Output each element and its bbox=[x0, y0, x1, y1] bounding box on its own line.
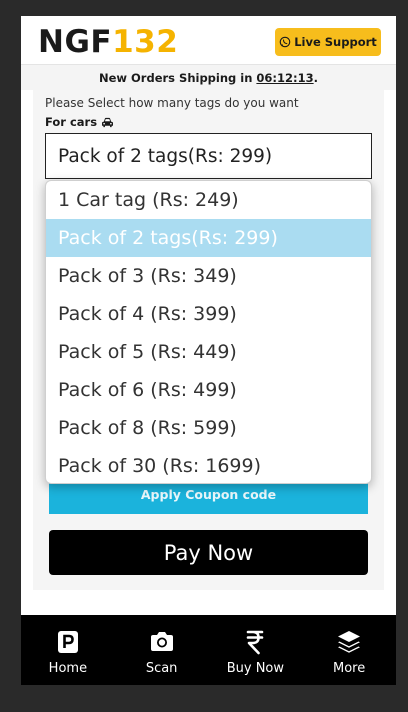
dropdown-option-selected[interactable]: Pack of 2 tags(Rs: 299) bbox=[46, 219, 371, 257]
tag-pack-dropdown: 1 Car tag (Rs: 249) Pack of 2 tags(Rs: 2… bbox=[45, 180, 372, 484]
bottom-nav: Home Scan Buy Now More bbox=[21, 615, 396, 685]
tag-pack-select[interactable]: Pack of 2 tags(Rs: 299) bbox=[45, 133, 372, 179]
nav-buy-now-label: Buy Now bbox=[226, 661, 285, 676]
live-support-button[interactable]: Live Support bbox=[275, 28, 381, 56]
logo-text-accent: 132 bbox=[112, 24, 179, 60]
dropdown-option[interactable]: Pack of 3 (Rs: 349) bbox=[46, 257, 371, 295]
dropdown-option[interactable]: Pack of 30 (Rs: 1699) bbox=[46, 447, 371, 483]
shipping-countdown-bar: New Orders Shipping in 06:12:13. bbox=[21, 64, 396, 90]
header: NGF132 Live Support bbox=[21, 16, 396, 64]
nav-more-label: More bbox=[333, 661, 366, 676]
shipping-prefix: New Orders Shipping in bbox=[98, 70, 253, 85]
shipping-suffix: . bbox=[313, 70, 318, 85]
dropdown-option[interactable]: Pack of 4 (Rs: 399) bbox=[46, 295, 371, 333]
nav-more[interactable]: More bbox=[302, 615, 396, 685]
app-screen: NGF132 Live Support New Orders Shipping … bbox=[21, 16, 396, 685]
dropdown-option[interactable]: Pack of 5 (Rs: 449) bbox=[46, 333, 371, 371]
live-support-label: Live Support bbox=[294, 35, 377, 49]
pay-now-button[interactable]: Pay Now bbox=[49, 530, 368, 575]
tag-count-prompt: Please Select how many tags do you want bbox=[45, 96, 299, 110]
nav-scan[interactable]: Scan bbox=[115, 615, 209, 685]
layers-icon bbox=[338, 631, 361, 653]
vehicle-type-text: For cars bbox=[45, 115, 98, 129]
shipping-countdown: 06:12:13 bbox=[256, 70, 314, 85]
nav-scan-label: Scan bbox=[145, 661, 178, 676]
logo-text-primary: NGF bbox=[38, 24, 113, 60]
nav-home-label: Home bbox=[48, 661, 88, 676]
rupee-icon bbox=[247, 630, 264, 655]
dropdown-option[interactable]: 1 Car tag (Rs: 249) bbox=[46, 181, 371, 219]
dropdown-option[interactable]: Pack of 8 (Rs: 599) bbox=[46, 409, 371, 447]
parking-icon bbox=[57, 631, 78, 653]
nav-buy-now[interactable]: Buy Now bbox=[209, 615, 303, 685]
whatsapp-icon bbox=[279, 36, 291, 48]
logo: NGF132 bbox=[38, 23, 178, 61]
camera-icon bbox=[150, 632, 173, 651]
vehicle-type-label: For cars bbox=[45, 115, 114, 129]
car-icon bbox=[102, 117, 114, 127]
dropdown-option[interactable]: Pack of 6 (Rs: 499) bbox=[46, 371, 371, 409]
nav-home[interactable]: Home bbox=[21, 615, 115, 685]
